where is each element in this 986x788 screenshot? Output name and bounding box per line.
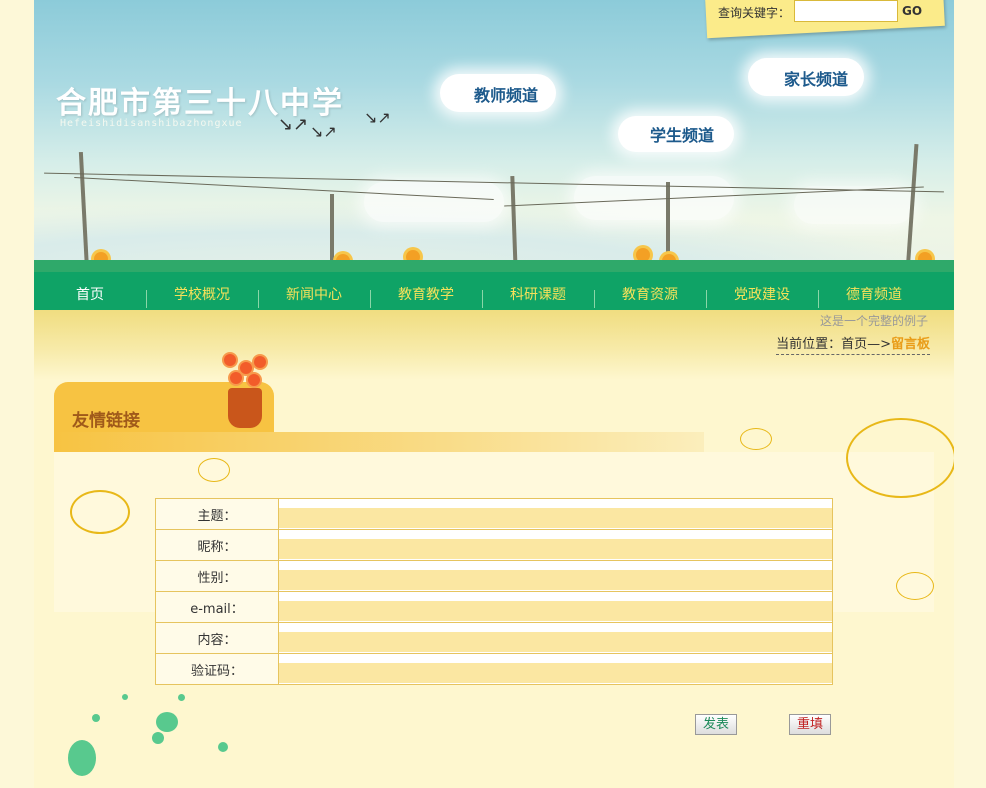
cloud-outline-icon [70, 490, 130, 534]
page: 合肥市第三十八中学 Hefeishidisanshibazhongxue 教师频… [34, 0, 954, 788]
gender-field[interactable] [279, 570, 832, 590]
subject-field[interactable] [279, 508, 832, 528]
ink-splat-icon [152, 732, 164, 744]
search-input[interactable] [794, 0, 898, 22]
search-label: 查询关键字： [718, 6, 791, 20]
breadcrumb: 当前位置：首页—>留言板 [776, 333, 930, 355]
bird-icon: ↘↗ [310, 122, 337, 141]
pot-icon [228, 388, 262, 428]
captcha-field[interactable] [279, 663, 832, 683]
site-subtitle: Hefeishidisanshibazhongxue [60, 118, 243, 129]
ink-splat-icon [92, 714, 100, 722]
email-label: e-mail： [155, 591, 279, 623]
ink-splat-icon [68, 740, 96, 776]
subject-label: 主题： [155, 498, 279, 530]
gender-label: 性别： [155, 560, 279, 592]
submit-button[interactable]: 发表 [695, 714, 737, 735]
links-panel-band [54, 432, 704, 452]
header-banner: 合肥市第三十八中学 Hefeishidisanshibazhongxue 教师频… [34, 0, 954, 272]
reset-button[interactable]: 重填 [789, 714, 831, 735]
breadcrumb-prefix[interactable]: 当前位置：首页—> [776, 337, 891, 352]
cloud-outline-icon [896, 572, 934, 600]
captcha-label: 验证码： [155, 653, 279, 685]
cloud-outline-icon [740, 428, 772, 450]
content-label: 内容： [155, 622, 279, 654]
ink-splat-icon [218, 742, 228, 752]
form-row-subject: 主题： [155, 498, 833, 530]
nav-item-news[interactable]: 新闻中心 [258, 272, 370, 310]
background-cloud [364, 182, 504, 222]
cloud-outline-icon [198, 458, 230, 482]
student-channel-link[interactable]: 学生频道 [650, 122, 714, 146]
nav-item-research[interactable]: 科研课题 [482, 272, 594, 310]
teacher-channel-link[interactable]: 教师频道 [474, 82, 538, 106]
form-row-captcha: 验证码： [155, 653, 833, 685]
form-row-nickname: 昵称： [155, 529, 833, 561]
form-row-email: e-mail： [155, 591, 833, 623]
parent-channel-link[interactable]: 家长频道 [784, 66, 848, 90]
bird-icon: ↘↗ [364, 108, 391, 127]
links-panel-title: 友情链接 [72, 411, 140, 431]
ink-splat-icon [156, 712, 178, 732]
form-row-gender: 性别： [155, 560, 833, 592]
email-field[interactable] [279, 601, 832, 621]
ink-splat-icon [122, 694, 128, 700]
nickname-field[interactable] [279, 539, 832, 559]
example-note: 这是一个完整的例子 [819, 314, 928, 328]
bird-icon: ↘↗ [278, 114, 309, 135]
cloud-outline-icon [846, 418, 954, 498]
main-nav: 首页 学校概况 新闻中心 教育教学 科研课题 教育资源 党政建设 德育频道 [34, 272, 954, 310]
grass-strip [34, 260, 954, 272]
flower-pot-icon [220, 352, 270, 392]
ink-splat-icon [178, 694, 185, 701]
form-row-content: 内容： [155, 622, 833, 654]
nav-item-school-overview[interactable]: 学校概况 [146, 272, 258, 310]
nav-item-home[interactable]: 首页 [34, 272, 146, 310]
message-form: 主题： 昵称： 性别： e-mail： 内容： 验证码： [155, 498, 833, 685]
nickname-label: 昵称： [155, 529, 279, 561]
search-go-button[interactable]: GO [902, 4, 922, 18]
content-field[interactable] [279, 632, 832, 652]
breadcrumb-current: 留言板 [890, 337, 930, 352]
nav-item-education[interactable]: 教育教学 [370, 272, 482, 310]
nav-item-moral[interactable]: 德育频道 [818, 272, 930, 310]
nav-item-resources[interactable]: 教育资源 [594, 272, 706, 310]
nav-item-party[interactable]: 党政建设 [706, 272, 818, 310]
